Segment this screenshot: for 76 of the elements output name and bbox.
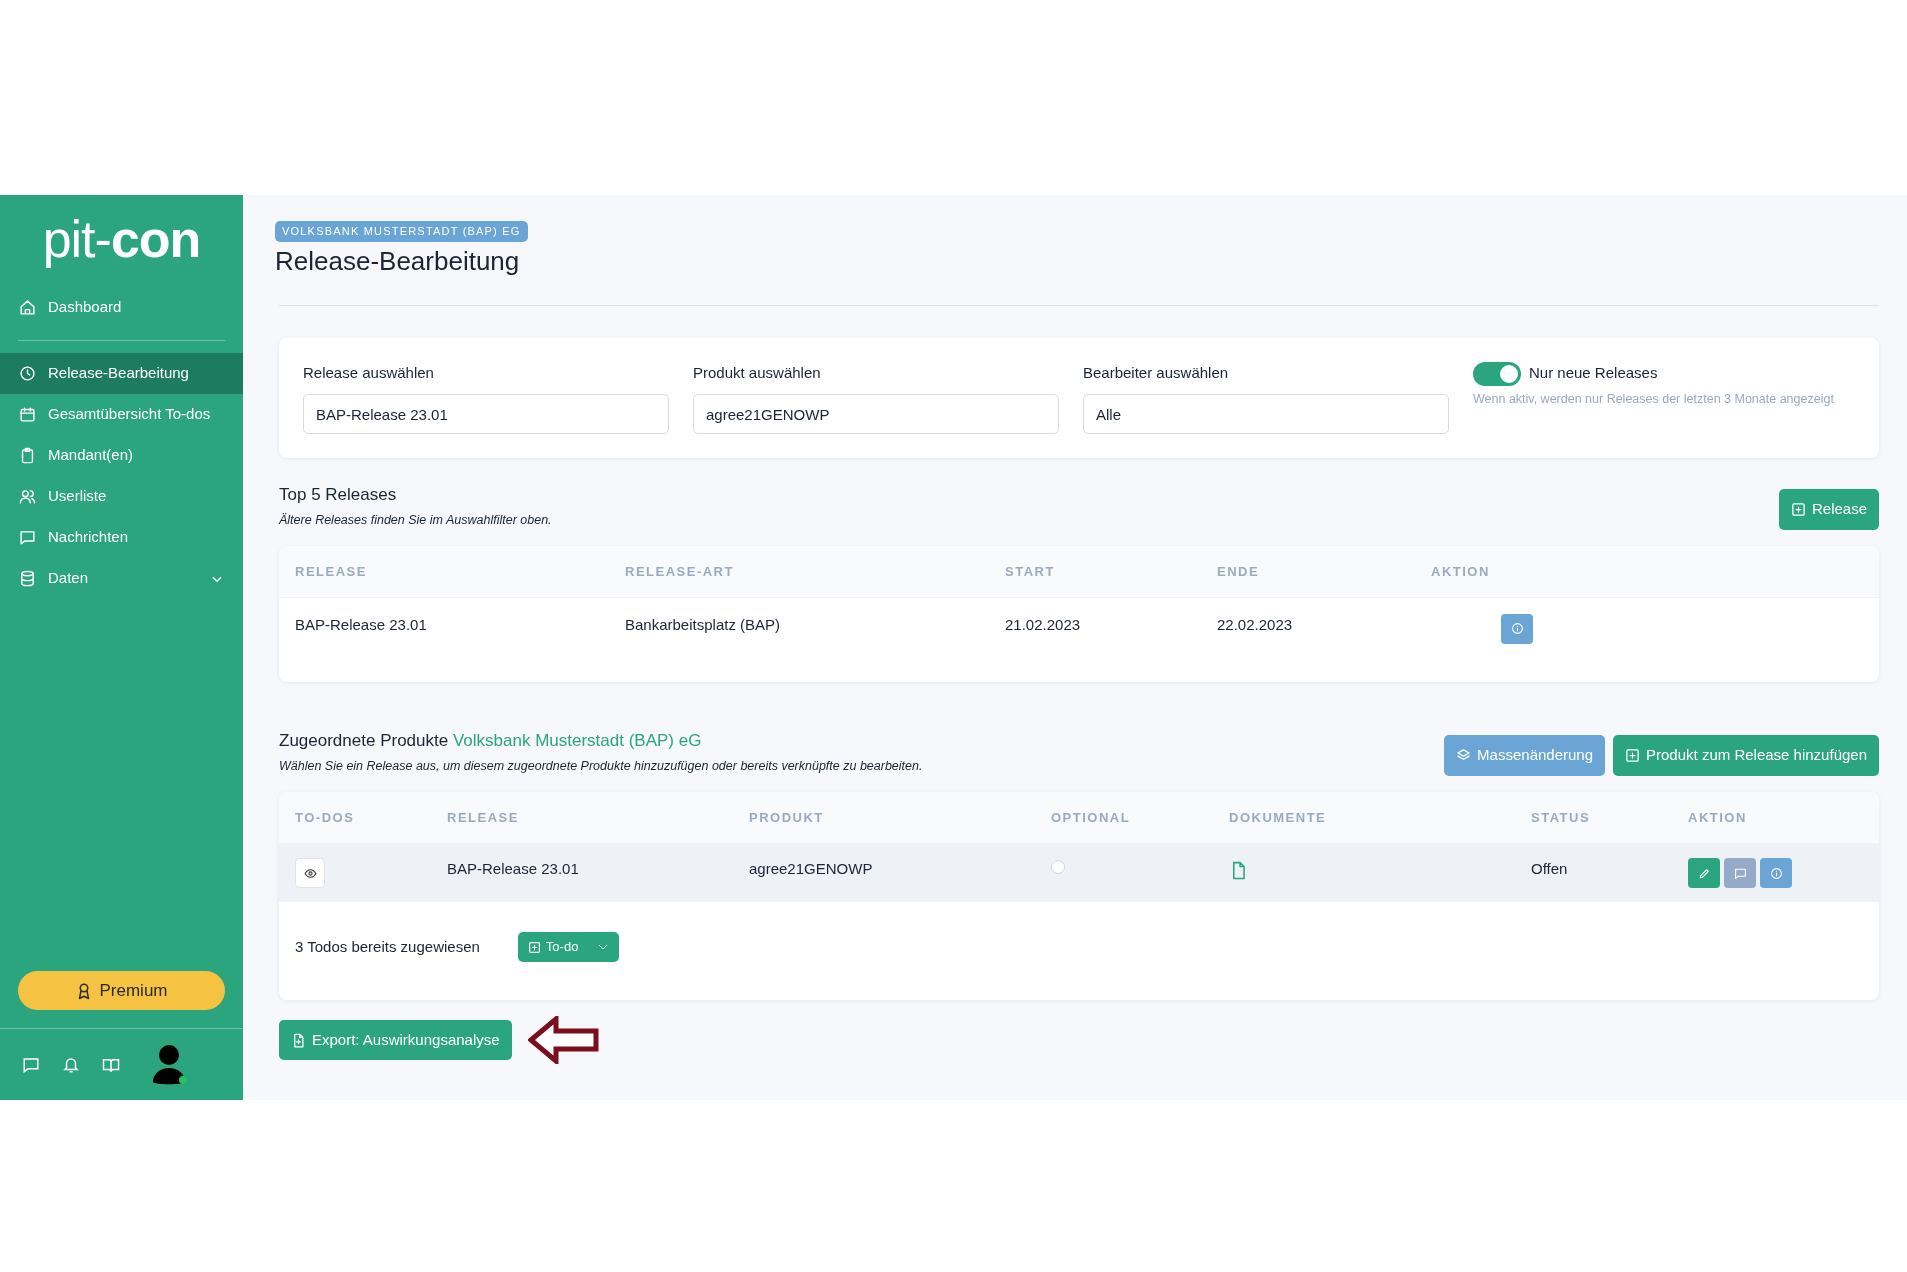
bank-badge: VOLKSBANK MUSTERSTADT (BAP) EG bbox=[275, 221, 528, 242]
toggle-hint: Wenn aktiv, werden nur Releases der letzten 3 Monate angezeigt bbox=[1473, 390, 1835, 408]
edit-button[interactable] bbox=[1688, 858, 1720, 889]
column-header: RELEASE bbox=[446, 808, 520, 827]
bell-icon[interactable] bbox=[62, 1055, 80, 1074]
page-title: Release-Bearbeitung bbox=[275, 245, 521, 277]
section-title: Top 5 Releases bbox=[279, 483, 398, 506]
toggle-switch[interactable] bbox=[1473, 361, 1521, 386]
export-button[interactable]: Export: Auswirkungsanalyse bbox=[279, 1020, 512, 1061]
status-text: Offen bbox=[1531, 860, 1568, 878]
optional-radio[interactable] bbox=[1051, 860, 1065, 875]
info-button[interactable] bbox=[1760, 858, 1792, 889]
chat-icon[interactable] bbox=[22, 1055, 40, 1074]
users-icon bbox=[19, 488, 36, 505]
table-cell-text: 22.02.2023 bbox=[1216, 614, 1294, 635]
info-icon bbox=[1510, 622, 1524, 636]
bulk-change-button[interactable]: Massenänderung bbox=[1444, 735, 1606, 777]
column-header: STATUS bbox=[1530, 808, 1592, 827]
section-title: Zugeordnete Produkte bbox=[279, 730, 449, 750]
database-icon bbox=[19, 570, 36, 587]
calendar-icon bbox=[19, 406, 36, 423]
table-cell-text: Bankarbeitsplatz (BAP) bbox=[624, 614, 782, 635]
info-icon bbox=[1769, 866, 1783, 880]
house-icon bbox=[19, 299, 36, 316]
column-header: ENDE bbox=[1216, 562, 1261, 581]
column-header: AKTION bbox=[1687, 808, 1748, 827]
comment-button[interactable] bbox=[1724, 858, 1756, 889]
select-field[interactable]: Alle bbox=[1083, 394, 1449, 435]
pit-con-logo: pit-con bbox=[41, 209, 202, 270]
view-button[interactable] bbox=[295, 858, 325, 889]
clipboard-icon bbox=[19, 447, 36, 464]
plus-square-icon bbox=[1790, 501, 1806, 517]
add-todo-button[interactable]: To-do bbox=[517, 932, 620, 963]
column-header: RELEASE-ART bbox=[624, 562, 735, 581]
table-cell: BAP-Release 23.01 bbox=[447, 860, 579, 878]
column-header: DOKUMENTE bbox=[1228, 808, 1328, 827]
field-label: Release auswählen bbox=[303, 362, 435, 383]
toggle-label: Nur neue Releases bbox=[1529, 363, 1658, 384]
sidebar-item[interactable]: Mandant(en) bbox=[0, 435, 243, 476]
column-header: AKTION bbox=[1430, 562, 1491, 581]
sidebar-item[interactable]: Daten bbox=[0, 558, 243, 599]
premium-button[interactable]: Premium bbox=[18, 971, 225, 1010]
sidebar-item[interactable]: Userliste bbox=[0, 476, 243, 517]
sidebar-item[interactable]: Release-Bearbeitung bbox=[0, 353, 243, 394]
sidebar-item[interactable]: Nachrichten bbox=[0, 517, 243, 558]
clock-icon bbox=[19, 365, 36, 382]
pointing-arrow-icon bbox=[527, 1016, 600, 1065]
table-cell-text: BAP-Release 23.01 bbox=[294, 614, 428, 635]
chat-icon bbox=[19, 529, 36, 546]
column-header: PRODUKT bbox=[748, 808, 825, 827]
add-product-button[interactable]: Produkt zum Release hinzufügen bbox=[1613, 735, 1879, 777]
pencil-icon bbox=[1697, 866, 1711, 880]
field-label: Produkt auswählen bbox=[693, 362, 822, 383]
bank-link[interactable]: Volksbank Musterstadt (BAP) eG bbox=[452, 730, 702, 750]
field-label: Bearbeiter auswählen bbox=[1083, 362, 1230, 383]
section-subtitle: Wählen Sie ein Release aus, um diesem zugeordnete Produkte hinzuzufügen oder bereits verknüpfte zu bearbeiten. bbox=[279, 758, 923, 776]
column-header: START bbox=[1004, 562, 1056, 581]
plus-square-icon bbox=[527, 940, 541, 954]
todos-note: 3 Todos bereits zugewiesen bbox=[295, 936, 480, 957]
select-field[interactable]: agree21GENOWP bbox=[693, 394, 1059, 435]
select-field[interactable]: BAP-Release 23.01 bbox=[303, 394, 669, 435]
plus-square-icon bbox=[1625, 748, 1641, 764]
sidebar-item[interactable]: Dashboard bbox=[0, 287, 243, 328]
table-cell-text: 21.02.2023 bbox=[1004, 614, 1082, 635]
column-header: RELEASE bbox=[294, 562, 368, 581]
table-cell: agree21GENOWP bbox=[749, 860, 873, 878]
avatar-icon[interactable] bbox=[152, 1043, 190, 1086]
add-release-button[interactable]: Release bbox=[1778, 488, 1879, 530]
info-button[interactable] bbox=[1501, 613, 1533, 644]
chat-icon bbox=[1733, 866, 1747, 880]
column-header: OPTIONAL bbox=[1050, 808, 1132, 827]
file-plus-icon bbox=[291, 1032, 306, 1048]
section-subtitle: Ältere Releases finden Sie im Auswahlfilter oben. bbox=[279, 512, 552, 530]
column-header: TO-DOS bbox=[294, 808, 356, 827]
sidebar-item[interactable]: Gesamtübersicht To-dos bbox=[0, 394, 243, 435]
eye-icon bbox=[303, 866, 317, 880]
